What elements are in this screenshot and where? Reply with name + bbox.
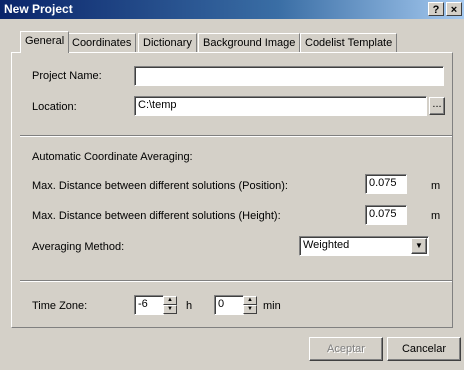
position-unit: m xyxy=(431,180,441,192)
height-unit: m xyxy=(431,210,441,222)
browse-button[interactable]: ... xyxy=(429,97,445,115)
spin-up-icon[interactable]: ▲ xyxy=(163,296,177,305)
project-name-input[interactable] xyxy=(134,66,444,86)
averaging-method-select[interactable]: Weighted xyxy=(299,236,429,256)
position-distance-label: Max. Distance between different solution… xyxy=(32,180,288,192)
tab-general[interactable]: General xyxy=(20,31,70,53)
location-label: Location: xyxy=(32,101,77,113)
project-name-label: Project Name: xyxy=(32,70,102,82)
close-button[interactable]: × xyxy=(446,2,462,16)
help-button[interactable]: ? xyxy=(428,2,444,16)
timezone-minutes-unit: min xyxy=(263,300,281,312)
timezone-hours-spinner[interactable]: ▲ ▼ xyxy=(163,296,177,314)
spin-up-icon[interactable]: ▲ xyxy=(243,296,257,305)
separator-2 xyxy=(20,280,452,282)
tab-codelist-template[interactable]: Codelist Template xyxy=(300,33,398,52)
tab-coordinates[interactable]: Coordinates xyxy=(67,33,137,52)
tab-dictionary[interactable]: Dictionary xyxy=(138,33,197,52)
accept-button[interactable]: Aceptar xyxy=(309,337,383,361)
timezone-minutes-spinner[interactable]: ▲ ▼ xyxy=(243,296,257,314)
timezone-label: Time Zone: xyxy=(32,300,88,312)
timezone-hours-unit: h xyxy=(186,300,193,312)
separator-1 xyxy=(20,135,452,137)
cancel-button[interactable]: Cancelar xyxy=(387,337,461,361)
averaging-method-label: Averaging Method: xyxy=(32,241,125,253)
timezone-hours-input[interactable]: -6 xyxy=(134,295,164,315)
position-distance-input[interactable]: 0.075 xyxy=(365,174,407,194)
tab-background-image[interactable]: Background Image xyxy=(198,33,301,52)
location-input[interactable]: C:\temp xyxy=(134,96,427,116)
height-distance-label: Max. Distance between different solution… xyxy=(32,210,281,222)
dropdown-arrow-icon[interactable]: ▼ xyxy=(411,238,427,254)
averaging-section-label: Automatic Coordinate Averaging: xyxy=(32,151,193,163)
spin-down-icon[interactable]: ▼ xyxy=(243,305,257,314)
timezone-minutes-input[interactable]: 0 xyxy=(214,295,244,315)
height-distance-input[interactable]: 0.075 xyxy=(365,205,407,225)
spin-down-icon[interactable]: ▼ xyxy=(163,305,177,314)
window-title: New Project xyxy=(4,2,73,16)
